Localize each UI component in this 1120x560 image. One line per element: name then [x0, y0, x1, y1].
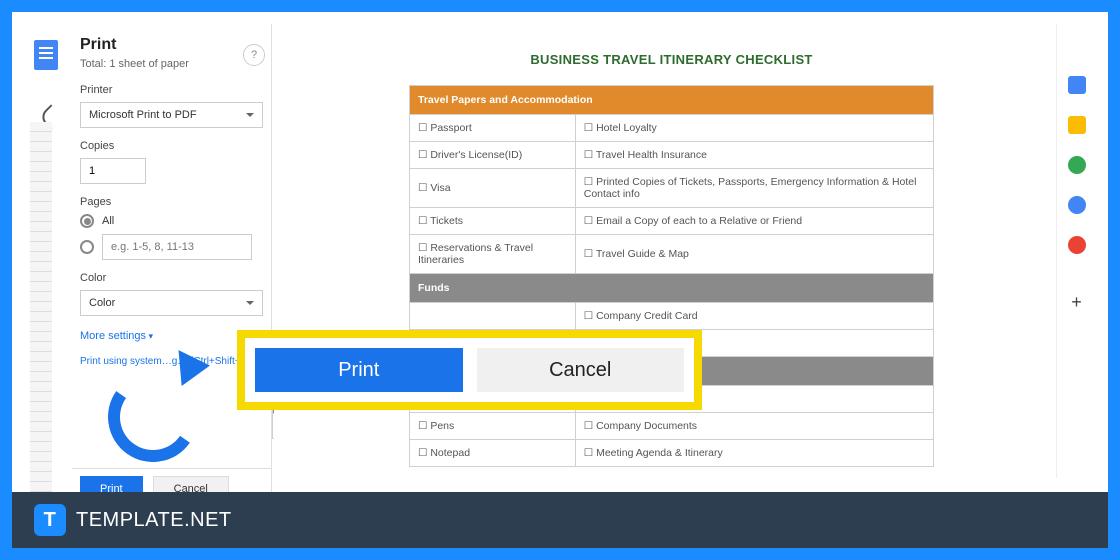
table-cell: Visa — [410, 169, 576, 208]
table-cell: Tickets — [410, 208, 576, 235]
color-label: Color — [80, 272, 263, 284]
radio-on-icon — [80, 214, 94, 228]
keep-icon[interactable] — [1068, 116, 1086, 134]
copies-label: Copies — [80, 140, 263, 152]
highlighted-print-button[interactable]: Print — [255, 348, 463, 392]
template-logo-icon: T — [34, 504, 66, 536]
watermark-bar: T TEMPLATE.NET — [12, 492, 1108, 548]
watermark-text: TEMPLATE.NET — [76, 509, 232, 532]
table-cell: Travel Health Insurance — [575, 142, 933, 169]
pages-custom-input[interactable] — [102, 234, 252, 260]
pages-label: Pages — [80, 196, 263, 208]
add-addon-icon[interactable]: + — [1071, 292, 1082, 313]
pages-all-radio[interactable]: All — [80, 214, 263, 228]
table-cell: Meeting Agenda & Itinerary — [575, 440, 933, 467]
maps-icon[interactable] — [1068, 236, 1086, 254]
color-select[interactable]: Color — [80, 290, 263, 316]
google-docs-icon — [34, 40, 58, 70]
help-icon[interactable]: ? — [243, 44, 265, 66]
pages-custom-radio[interactable] — [80, 234, 263, 260]
contacts-icon[interactable] — [1068, 196, 1086, 214]
app-frame: Print Total: 1 sheet of paper ? Printer … — [12, 12, 1108, 548]
table-cell: Driver's License(ID) — [410, 142, 576, 169]
section-header: Funds — [410, 274, 934, 303]
table-cell: Passport — [410, 115, 576, 142]
annotation-arrow — [108, 352, 238, 482]
document-title: BUSINESS TRAVEL ITINERARY CHECKLIST — [409, 52, 934, 67]
table-cell: Notepad — [410, 440, 576, 467]
print-subtitle: Total: 1 sheet of paper — [80, 58, 263, 70]
table-cell: Company Credit Card — [575, 303, 933, 330]
vertical-ruler — [30, 122, 52, 548]
table-cell — [410, 303, 576, 330]
section-header: Travel Papers and Accommodation — [410, 86, 934, 115]
printer-label: Printer — [80, 84, 263, 96]
table-cell: Printed Copies of Tickets, Passports, Em… — [575, 169, 933, 208]
print-title: Print — [80, 36, 263, 54]
table-cell: Pens — [410, 413, 576, 440]
calendar-icon[interactable] — [1068, 76, 1086, 94]
tasks-icon[interactable] — [1068, 156, 1086, 174]
highlight-callout: Print Cancel — [237, 330, 702, 410]
highlighted-cancel-button[interactable]: Cancel — [477, 348, 685, 392]
table-cell: Company Documents — [575, 413, 933, 440]
radio-off-icon — [80, 240, 94, 254]
table-cell: Hotel Loyalty — [575, 115, 933, 142]
side-panel-rail: + — [1056, 24, 1096, 478]
table-cell: Reservations & Travel Itineraries — [410, 235, 576, 274]
table-cell: Travel Guide & Map — [575, 235, 933, 274]
more-settings-link[interactable]: More settings — [80, 330, 146, 342]
printer-select[interactable]: Microsoft Print to PDF — [80, 102, 263, 128]
pages-all-label: All — [102, 215, 114, 227]
table-cell: Email a Copy of each to a Relative or Fr… — [575, 208, 933, 235]
copies-input[interactable] — [80, 158, 146, 184]
